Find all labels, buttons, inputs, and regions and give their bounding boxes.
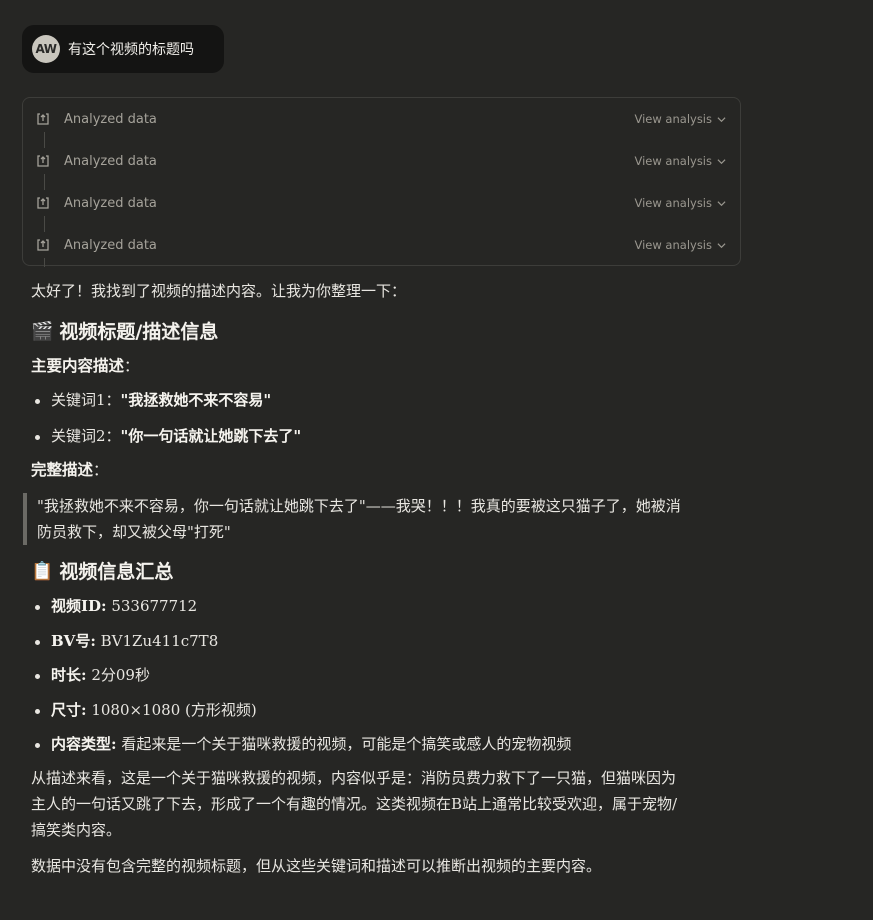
info-value: 533677712 bbox=[106, 597, 198, 615]
keyword-item: 关键词1："我拯救她不来不容易" bbox=[31, 387, 731, 413]
analysis-icon bbox=[37, 155, 49, 167]
main-content-label-line: 主要内容描述： bbox=[31, 353, 731, 379]
clapperboard-icon: 🎬 bbox=[31, 321, 54, 342]
chevron-down-icon bbox=[717, 200, 726, 206]
view-analysis-label: View analysis bbox=[634, 196, 712, 210]
tool-call-row[interactable]: Analyzed data View analysis bbox=[23, 224, 740, 266]
analysis-icon bbox=[37, 239, 49, 251]
summary-line: 从描述来看，这是一个关于猫咪救援的视频，内容似乎是：消防员费力救下了一只猫，但猫… bbox=[31, 769, 677, 787]
tool-call-label: Analyzed data bbox=[64, 237, 157, 253]
main-content-label: 主要内容描述 bbox=[31, 356, 125, 375]
section-heading-video-summary: 📋 视频信息汇总 bbox=[31, 559, 731, 585]
tool-call-row[interactable]: Analyzed data View analysis bbox=[23, 140, 740, 182]
description-blockquote: "我拯救她不来不容易，你一句话就让她跳下去了"——我哭！！！我真的要被这只猫子了… bbox=[23, 493, 731, 545]
view-analysis-label: View analysis bbox=[634, 112, 712, 126]
info-value: 1080×1080 (方形视频) bbox=[86, 700, 257, 719]
info-value: 看起来是一个关于猫咪救援的视频，可能是个搞笑或感人的宠物视频 bbox=[116, 735, 572, 753]
tool-call-label: Analyzed data bbox=[64, 195, 157, 211]
info-label: 时长: bbox=[51, 666, 87, 684]
info-label: 视频ID: bbox=[51, 597, 107, 615]
user-message-bubble: AW 有这个视频的标题吗 bbox=[22, 25, 224, 73]
view-analysis-button[interactable]: View analysis bbox=[634, 238, 726, 252]
chevron-down-icon bbox=[717, 242, 726, 248]
analysis-icon bbox=[37, 113, 49, 125]
video-info-item: 尺寸: 1080×1080 (方形视频) bbox=[31, 697, 731, 723]
main-content-colon: ： bbox=[124, 357, 140, 375]
info-value: 2分09秒 bbox=[86, 666, 150, 684]
section-heading-title-info: 🎬 视频标题/描述信息 bbox=[31, 319, 731, 345]
closing-paragraph: 数据中没有包含完整的视频标题，但从这些关键词和描述可以推断出视频的主要内容。 bbox=[31, 857, 602, 875]
video-info-item: BV号: BV1Zu411c7T8 bbox=[31, 628, 731, 654]
keyword-item: 关键词2："你一句话就让她跳下去了" bbox=[31, 423, 731, 449]
view-analysis-label: View analysis bbox=[634, 238, 712, 252]
video-info-item: 内容类型: 看起来是一个关于猫咪救援的视频，可能是个搞笑或感人的宠物视频 bbox=[31, 731, 731, 757]
info-label: 内容类型: bbox=[51, 735, 117, 753]
clipboard-icon: 📋 bbox=[31, 561, 54, 582]
chevron-down-icon bbox=[717, 116, 726, 122]
full-description-colon: ： bbox=[93, 461, 109, 479]
view-analysis-label: View analysis bbox=[634, 154, 712, 168]
keyword-value: "我拯救她不来不容易" bbox=[120, 391, 272, 409]
quote-line: "我拯救她不来不容易，你一句话就让她跳下去了"——我哭！！！我真的要被这只猫子了… bbox=[37, 497, 681, 515]
tool-call-row[interactable]: Analyzed data View analysis bbox=[23, 182, 740, 224]
chevron-down-icon bbox=[717, 158, 726, 164]
video-info-item: 视频ID: 533677712 bbox=[31, 593, 731, 619]
quote-line: 防员救下，却又被父母"打死" bbox=[37, 523, 231, 541]
keyword-list: 关键词1："我拯救她不来不容易" 关键词2："你一句话就让她跳下去了" bbox=[31, 387, 731, 449]
view-analysis-button[interactable]: View analysis bbox=[634, 112, 726, 126]
user-avatar: AW bbox=[32, 35, 60, 63]
keyword-label: 关键词1： bbox=[51, 391, 121, 409]
video-info-item: 时长: 2分09秒 bbox=[31, 662, 731, 688]
assistant-response: 太好了！我找到了视频的描述内容。让我为你整理一下： 🎬 视频标题/描述信息 主要… bbox=[23, 278, 731, 879]
view-analysis-button[interactable]: View analysis bbox=[634, 154, 726, 168]
full-description-label: 完整描述 bbox=[31, 460, 94, 479]
section-heading-text: 视频标题/描述信息 bbox=[59, 321, 219, 343]
info-label: 尺寸: bbox=[51, 700, 87, 719]
full-description-label-line: 完整描述： bbox=[31, 457, 731, 483]
summary-line: 搞笑类内容。 bbox=[31, 821, 122, 839]
info-value: BV1Zu411c7T8 bbox=[95, 631, 219, 650]
summary-paragraph: 从描述来看，这是一个关于猫咪救援的视频，内容似乎是：消防员费力救下了一只猫，但猫… bbox=[31, 765, 731, 843]
keyword-value: "你一句话就让她跳下去了" bbox=[120, 427, 302, 445]
keyword-label: 关键词2： bbox=[51, 427, 121, 445]
tool-call-label: Analyzed data bbox=[64, 153, 157, 169]
response-intro: 太好了！我找到了视频的描述内容。让我为你整理一下： bbox=[31, 282, 407, 300]
tool-call-row[interactable]: Analyzed data View analysis bbox=[23, 98, 740, 140]
video-info-list: 视频ID: 533677712 BV号: BV1Zu411c7T8 时长: 2分… bbox=[31, 593, 731, 757]
info-label: BV号: bbox=[51, 631, 96, 650]
section-heading-text: 视频信息汇总 bbox=[59, 561, 174, 583]
user-message-text: 有这个视频的标题吗 bbox=[68, 42, 194, 58]
analysis-icon bbox=[37, 197, 49, 209]
view-analysis-button[interactable]: View analysis bbox=[634, 196, 726, 210]
tool-calls-panel: Analyzed data View analysis Analyzed dat… bbox=[22, 97, 741, 267]
summary-line: 主人的一句话又跳了下去，形成了一个有趣的情况。这类视频在B站上通常比较受欢迎，属… bbox=[31, 795, 678, 813]
tool-call-label: Analyzed data bbox=[64, 111, 157, 127]
